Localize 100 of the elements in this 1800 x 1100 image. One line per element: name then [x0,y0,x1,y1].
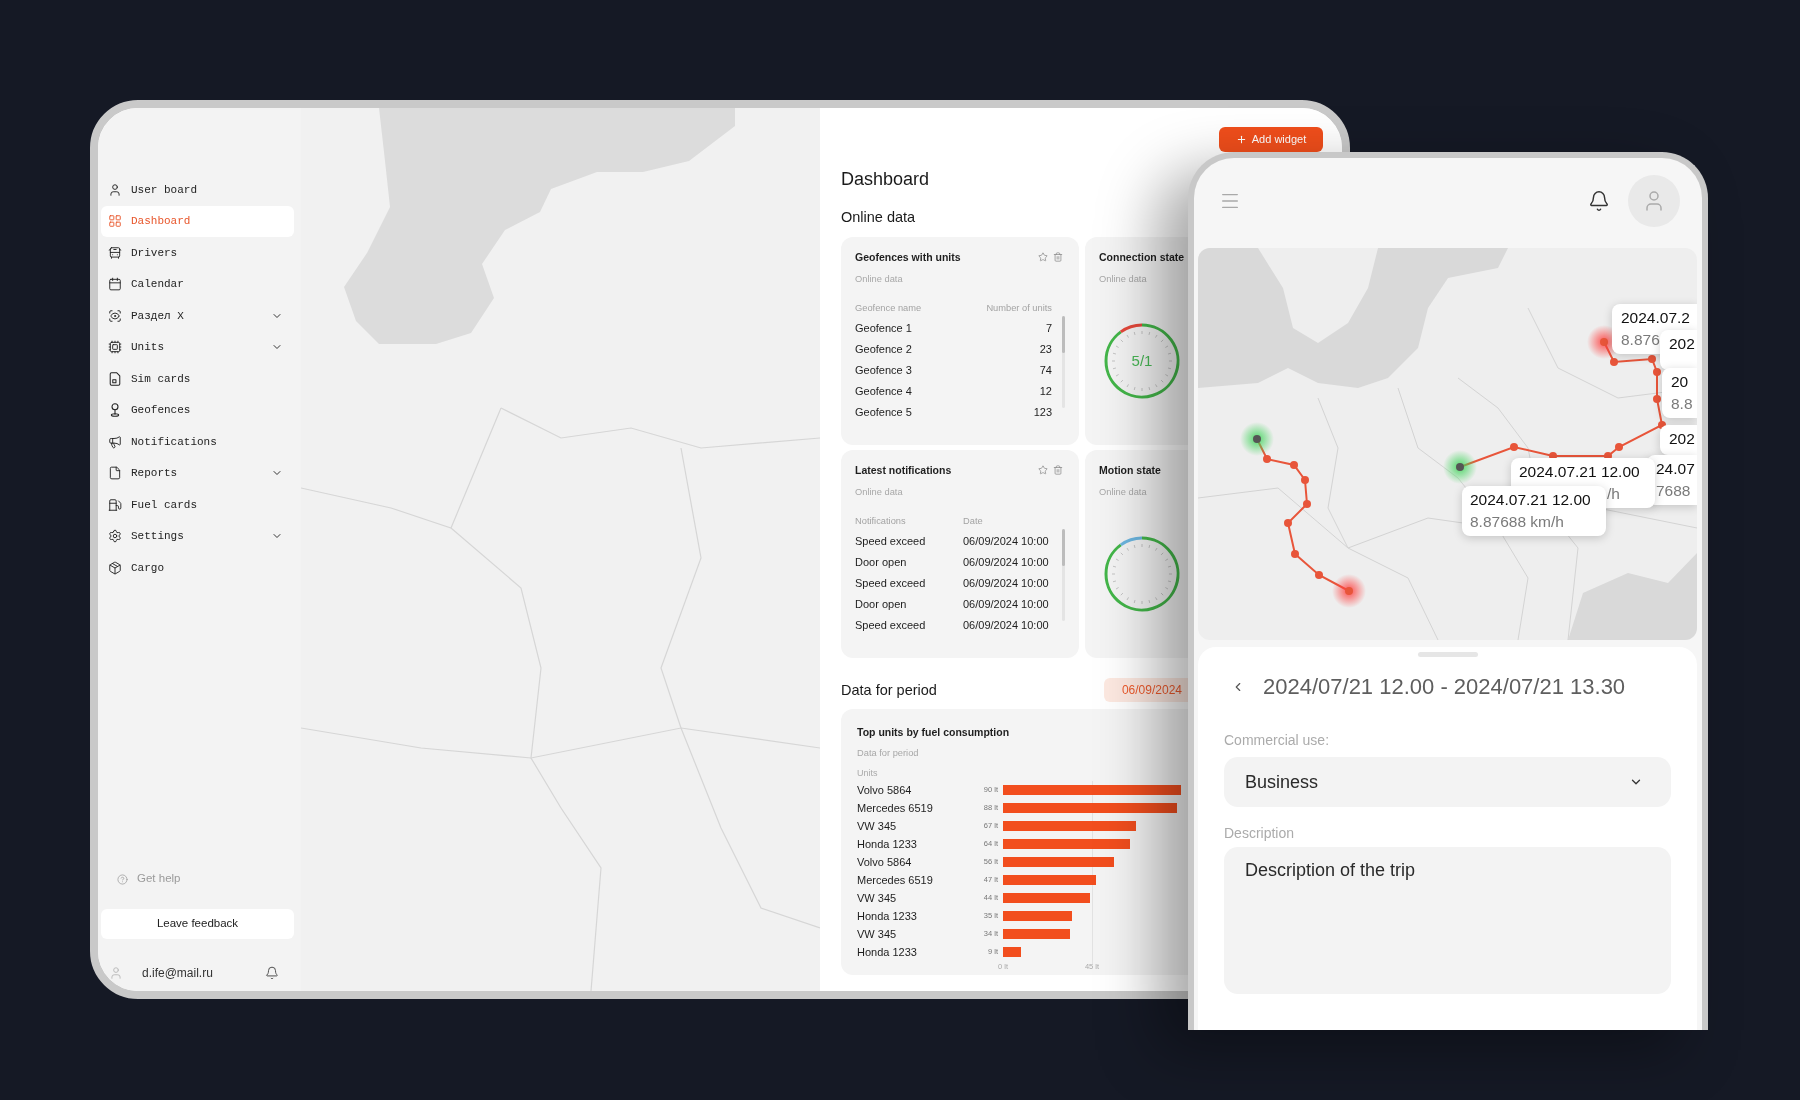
fuel-pump-icon [108,497,122,512]
axis-title: Units [857,767,878,780]
table-cell: 12 [1039,384,1052,397]
description-field[interactable]: Description of the trip [1224,847,1671,994]
select-field[interactable]: Business [1224,757,1671,807]
widget-title: Latest notifications [855,463,952,477]
table-cell: Geofence 4 [855,384,912,397]
route-point-icon [1291,550,1299,558]
column-header: Notifications [855,516,906,526]
sim-card-icon [108,371,122,386]
table-cell: 06/09/2024 10:00 [963,534,1049,547]
popup-time: 24.07 [1656,459,1695,479]
help-icon [117,873,128,885]
table-cell: Door open [855,555,907,568]
map-popup[interactable]: 20 8.8 [1662,368,1697,418]
sidebar-item[interactable]: Units [101,331,294,363]
sheet-handle[interactable] [1417,652,1478,657]
table-cell: Geofence 2 [855,342,912,355]
trip-title: 2024/07/21 12.00 - 2024/07/21 13.30 [1263,674,1626,700]
bar [1003,929,1071,939]
route-point-icon [1290,461,1298,469]
person-icon [108,182,122,197]
table-cell: Door open [855,597,907,610]
table-cell: 06/09/2024 10:00 [963,597,1049,610]
user-email: d.ife@mail.ru [142,965,213,982]
megaphone-icon [108,434,122,449]
scrollbar-thumb[interactable] [1062,529,1065,566]
settings-icon [108,529,122,544]
table-cell: 123 [1033,405,1052,418]
gauge-ticks [1111,330,1173,392]
route-point-icon [1263,455,1271,463]
category-label: Honda 1233 [857,945,917,960]
category-label: Mercedes 6519 [857,873,933,888]
trash-icon[interactable] [1053,465,1063,475]
route-point-icon [1648,355,1656,363]
category-label: Honda 1233 [857,837,917,852]
map-popup[interactable]: 2024.07.21 12.00 8.87688 km/h [1462,486,1606,536]
category-label: Honda 1233 [857,909,917,924]
map-popup[interactable]: 202 [1660,330,1697,370]
widget-title: Motion state [1099,463,1161,477]
page-title: Dashboard [841,168,930,190]
start-marker-icon [1443,450,1477,484]
table-cell: 06/09/2024 10:00 [963,576,1049,589]
popup-time: 202 [1669,334,1695,354]
route-point-icon [1284,519,1292,527]
route-point-icon [1653,395,1661,403]
box-icon [108,560,122,575]
field-label: Description [1224,825,1295,842]
table-cell: 06/09/2024 10:00 [963,555,1049,568]
category-label: Volvo 5864 [857,783,912,798]
table-cell: Speed exceed [855,576,926,589]
table-cell: 7 [1045,321,1052,334]
gauge-reading: 5/1 [1131,352,1153,370]
category-label: VW 345 [857,891,897,906]
start-marker-icon [1240,422,1274,456]
sidebar-item[interactable]: Fuel cards [101,489,294,521]
add-widget-button[interactable]: Add widget [1219,127,1323,152]
calendar-icon [108,277,122,292]
sidebar-item[interactable]: Drivers [101,237,294,269]
route-point-icon [1301,476,1309,484]
trash-icon[interactable] [1053,252,1063,262]
table-cell: Geofence 5 [855,405,912,418]
eye-scan-icon [108,308,122,323]
widget-title: Geofences with units [855,250,961,264]
widget-subtitle: Online data [1099,273,1147,285]
sidebar-item[interactable]: Раздел X [101,300,294,332]
popup-speed: 8.87688 km/h [1470,512,1564,532]
sidebar-item[interactable]: Cargo [101,552,294,584]
column-header: Geofence name [855,303,922,313]
sidebar-item[interactable]: Sim cards [101,363,294,395]
table-cell: Speed exceed [855,534,926,547]
star-icon[interactable] [1038,465,1048,475]
category-label: VW 345 [857,819,897,834]
plus-icon [1235,134,1247,145]
sidebar-item[interactable]: Calendar [101,268,294,300]
sidebar-item[interactable]: Geofences [101,394,294,426]
section-title: Data for period [841,681,937,699]
field-label: Commercial use: [1224,732,1330,749]
column-header: Date [963,516,983,526]
category-label: Volvo 5864 [857,855,912,870]
feedback-button[interactable]: Leave feedback [101,909,294,939]
star-icon[interactable] [1038,252,1048,262]
bell-icon[interactable] [1588,190,1610,212]
sidebar-item[interactable]: Settings [101,520,294,552]
popup-time: 20 [1671,372,1689,392]
pin-icon [108,403,122,418]
table-cell: Geofence 1 [855,321,912,334]
sidebar-item[interactable]: Notifications [101,426,294,458]
sidebar-item[interactable]: Dashboard [101,205,294,237]
popup-time: 202 [1669,429,1695,449]
scrollbar-thumb[interactable] [1062,316,1065,353]
route-point-icon [1610,358,1618,366]
map-popup[interactable]: 202 [1660,425,1697,455]
sidebar-item[interactable]: Reports [101,457,294,489]
sidebar-item[interactable]: User board [101,174,294,206]
bar [1003,911,1073,921]
table-cell: Speed exceed [855,618,926,631]
avatar-button[interactable] [1628,175,1680,227]
popup-time: 2024.07.21 12.00 [1519,462,1640,482]
column-header: Number of units [986,303,1052,313]
